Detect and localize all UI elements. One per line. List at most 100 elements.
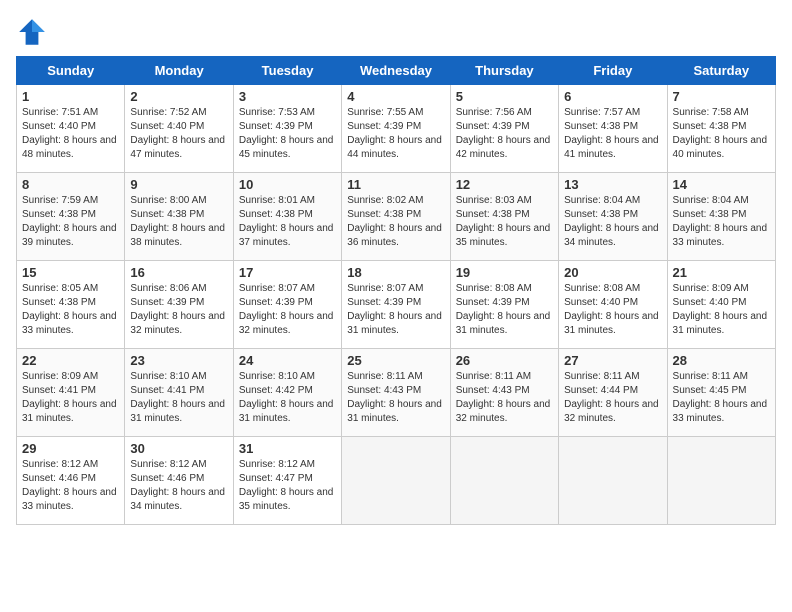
calendar-cell xyxy=(667,437,775,525)
calendar-cell xyxy=(559,437,667,525)
calendar-cell: 7 Sunrise: 7:58 AMSunset: 4:38 PMDaylight… xyxy=(667,85,775,173)
day-number: 6 xyxy=(564,89,661,104)
calendar-cell: 3Sunrise: 7:53 AMSunset: 4:39 PMDaylight… xyxy=(233,85,341,173)
calendar-cell: 29 Sunrise: 8:12 AMSunset: 4:46 PMDayligh… xyxy=(17,437,125,525)
calendar-cell: 22 Sunrise: 8:09 AMSunset: 4:41 PMDayligh… xyxy=(17,349,125,437)
cell-info: Sunrise: 7:59 AMSunset: 4:38 PMDaylight:… xyxy=(22,195,117,248)
calendar-cell: 18 Sunrise: 8:07 AMSunset: 4:39 PMDayligh… xyxy=(342,261,450,349)
col-header-sunday: Sunday xyxy=(17,57,125,85)
cell-info: Sunrise: 8:11 AMSunset: 4:43 PMDaylight:… xyxy=(456,371,551,424)
cell-info: Sunrise: 8:07 AMSunset: 4:39 PMDaylight:… xyxy=(347,283,442,336)
cell-info: Sunrise: 8:10 AMSunset: 4:41 PMDaylight:… xyxy=(130,371,225,424)
calendar-cell: 25 Sunrise: 8:11 AMSunset: 4:43 PMDayligh… xyxy=(342,349,450,437)
day-number: 7 xyxy=(673,89,770,104)
day-number: 28 xyxy=(673,353,770,368)
week-row-5: 29 Sunrise: 8:12 AMSunset: 4:46 PMDayligh… xyxy=(17,437,776,525)
day-number: 29 xyxy=(22,441,119,456)
calendar-cell: 20Sunrise: 8:08 AMSunset: 4:40 PMDayligh… xyxy=(559,261,667,349)
day-number: 4 xyxy=(347,89,444,104)
calendar-cell: 6 Sunrise: 7:57 AMSunset: 4:38 PMDaylight… xyxy=(559,85,667,173)
page-header xyxy=(16,16,776,48)
cell-info: Sunrise: 8:09 AMSunset: 4:41 PMDaylight:… xyxy=(22,371,117,424)
cell-info: Sunrise: 8:12 AMSunset: 4:47 PMDaylight:… xyxy=(239,459,334,512)
logo xyxy=(16,16,52,48)
day-number: 10 xyxy=(239,177,336,192)
cell-info: Sunrise: 7:56 AMSunset: 4:39 PMDaylight:… xyxy=(456,107,551,160)
cell-info: Sunrise: 8:12 AMSunset: 4:46 PMDaylight:… xyxy=(130,459,225,512)
day-number: 15 xyxy=(22,265,119,280)
cell-info: Sunrise: 8:03 AMSunset: 4:38 PMDaylight:… xyxy=(456,195,551,248)
day-number: 30 xyxy=(130,441,227,456)
cell-info: Sunrise: 8:12 AMSunset: 4:46 PMDaylight:… xyxy=(22,459,117,512)
day-number: 25 xyxy=(347,353,444,368)
calendar-cell xyxy=(450,437,558,525)
day-number: 17 xyxy=(239,265,336,280)
calendar-cell: 26 Sunrise: 8:11 AMSunset: 4:43 PMDayligh… xyxy=(450,349,558,437)
calendar-cell: 15 Sunrise: 8:05 AMSunset: 4:38 PMDayligh… xyxy=(17,261,125,349)
cell-info: Sunrise: 8:04 AMSunset: 4:38 PMDaylight:… xyxy=(564,195,659,248)
calendar-cell: 10 Sunrise: 8:01 AMSunset: 4:38 PMDayligh… xyxy=(233,173,341,261)
cell-info: Sunrise: 7:53 AMSunset: 4:39 PMDaylight:… xyxy=(239,107,334,160)
cell-info: Sunrise: 8:02 AMSunset: 4:38 PMDaylight:… xyxy=(347,195,442,248)
calendar-cell: 17 Sunrise: 8:07 AMSunset: 4:39 PMDayligh… xyxy=(233,261,341,349)
week-row-2: 8 Sunrise: 7:59 AMSunset: 4:38 PMDaylight… xyxy=(17,173,776,261)
cell-info: Sunrise: 8:01 AMSunset: 4:38 PMDaylight:… xyxy=(239,195,334,248)
cell-info: Sunrise: 7:51 AMSunset: 4:40 PMDaylight:… xyxy=(22,107,117,160)
cell-info: Sunrise: 7:52 AMSunset: 4:40 PMDaylight:… xyxy=(130,107,225,160)
day-number: 1 xyxy=(22,89,119,104)
day-number: 21 xyxy=(673,265,770,280)
calendar-cell: 13Sunrise: 8:04 AMSunset: 4:38 PMDayligh… xyxy=(559,173,667,261)
calendar-cell: 16 Sunrise: 8:06 AMSunset: 4:39 PMDayligh… xyxy=(125,261,233,349)
cell-info: Sunrise: 7:58 AMSunset: 4:38 PMDaylight:… xyxy=(673,107,768,160)
day-number: 11 xyxy=(347,177,444,192)
day-number: 12 xyxy=(456,177,553,192)
header-row: SundayMondayTuesdayWednesdayThursdayFrid… xyxy=(17,57,776,85)
calendar-cell: 5 Sunrise: 7:56 AMSunset: 4:39 PMDaylight… xyxy=(450,85,558,173)
calendar-cell: 14 Sunrise: 8:04 AMSunset: 4:38 PMDayligh… xyxy=(667,173,775,261)
cell-info: Sunrise: 8:05 AMSunset: 4:38 PMDaylight:… xyxy=(22,283,117,336)
day-number: 14 xyxy=(673,177,770,192)
calendar-cell: 4 Sunrise: 7:55 AMSunset: 4:39 PMDaylight… xyxy=(342,85,450,173)
logo-icon xyxy=(16,16,48,48)
cell-info: Sunrise: 8:11 AMSunset: 4:44 PMDaylight:… xyxy=(564,371,659,424)
col-header-friday: Friday xyxy=(559,57,667,85)
cell-info: Sunrise: 8:07 AMSunset: 4:39 PMDaylight:… xyxy=(239,283,334,336)
day-number: 31 xyxy=(239,441,336,456)
cell-info: Sunrise: 8:11 AMSunset: 4:43 PMDaylight:… xyxy=(347,371,442,424)
calendar-cell: 28 Sunrise: 8:11 AMSunset: 4:45 PMDayligh… xyxy=(667,349,775,437)
day-number: 9 xyxy=(130,177,227,192)
calendar-cell: 19 Sunrise: 8:08 AMSunset: 4:39 PMDayligh… xyxy=(450,261,558,349)
week-row-3: 15 Sunrise: 8:05 AMSunset: 4:38 PMDayligh… xyxy=(17,261,776,349)
day-number: 23 xyxy=(130,353,227,368)
day-number: 22 xyxy=(22,353,119,368)
day-number: 24 xyxy=(239,353,336,368)
day-number: 5 xyxy=(456,89,553,104)
cell-info: Sunrise: 8:08 AMSunset: 4:39 PMDaylight:… xyxy=(456,283,551,336)
day-number: 19 xyxy=(456,265,553,280)
day-number: 18 xyxy=(347,265,444,280)
day-number: 20 xyxy=(564,265,661,280)
calendar-cell: 31 Sunrise: 8:12 AMSunset: 4:47 PMDayligh… xyxy=(233,437,341,525)
day-number: 16 xyxy=(130,265,227,280)
cell-info: Sunrise: 8:06 AMSunset: 4:39 PMDaylight:… xyxy=(130,283,225,336)
cell-info: Sunrise: 7:57 AMSunset: 4:38 PMDaylight:… xyxy=(564,107,659,160)
calendar-cell: 8 Sunrise: 7:59 AMSunset: 4:38 PMDaylight… xyxy=(17,173,125,261)
day-number: 8 xyxy=(22,177,119,192)
cell-info: Sunrise: 8:10 AMSunset: 4:42 PMDaylight:… xyxy=(239,371,334,424)
cell-info: Sunrise: 8:11 AMSunset: 4:45 PMDaylight:… xyxy=(673,371,768,424)
col-header-wednesday: Wednesday xyxy=(342,57,450,85)
calendar-table: SundayMondayTuesdayWednesdayThursdayFrid… xyxy=(16,56,776,525)
col-header-thursday: Thursday xyxy=(450,57,558,85)
cell-info: Sunrise: 8:00 AMSunset: 4:38 PMDaylight:… xyxy=(130,195,225,248)
day-number: 2 xyxy=(130,89,227,104)
calendar-cell: 2 Sunrise: 7:52 AMSunset: 4:40 PMDaylight… xyxy=(125,85,233,173)
calendar-cell: 23 Sunrise: 8:10 AMSunset: 4:41 PMDayligh… xyxy=(125,349,233,437)
calendar-cell xyxy=(342,437,450,525)
calendar-cell: 21 Sunrise: 8:09 AMSunset: 4:40 PMDayligh… xyxy=(667,261,775,349)
day-number: 26 xyxy=(456,353,553,368)
cell-info: Sunrise: 8:04 AMSunset: 4:38 PMDaylight:… xyxy=(673,195,768,248)
calendar-cell: 24 Sunrise: 8:10 AMSunset: 4:42 PMDayligh… xyxy=(233,349,341,437)
cell-info: Sunrise: 8:09 AMSunset: 4:40 PMDaylight:… xyxy=(673,283,768,336)
cell-info: Sunrise: 7:55 AMSunset: 4:39 PMDaylight:… xyxy=(347,107,442,160)
calendar-cell: 30 Sunrise: 8:12 AMSunset: 4:46 PMDayligh… xyxy=(125,437,233,525)
